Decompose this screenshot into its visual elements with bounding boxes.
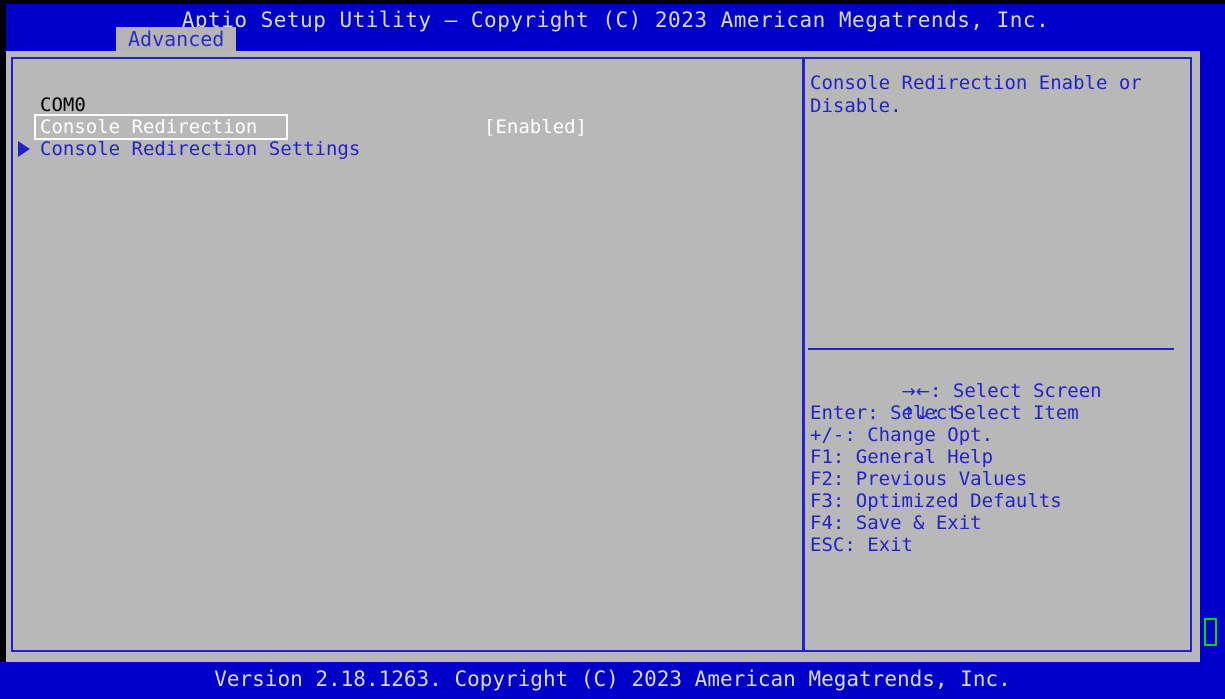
footer-bar: Version 2.18.1263. Copyright (C) 2023 Am… bbox=[0, 662, 1225, 699]
setting-value[interactable]: [Enabled] bbox=[484, 116, 587, 138]
version-text: Version 2.18.1263. Copyright (C) 2023 Am… bbox=[214, 667, 1011, 691]
key-legend-list: →←: Select Screen ↑↓: Select Item Enter:… bbox=[810, 358, 1186, 556]
key-legend-item: F1: General Help bbox=[810, 446, 994, 468]
scroll-indicator[interactable] bbox=[1204, 618, 1217, 646]
pane-divider bbox=[802, 57, 805, 652]
menu-tab-bar: Advanced bbox=[116, 27, 237, 51]
setting-label: Console Redirection bbox=[40, 116, 258, 138]
setting-row-console-redirection-settings[interactable]: Console Redirection Settings bbox=[14, 138, 800, 160]
key-legend-item: F2: Previous Values bbox=[810, 468, 1028, 490]
key-legend-text: : Select Screen bbox=[930, 380, 1102, 402]
bios-setup-screen: Aptio Setup Utility – Copyright (C) 2023… bbox=[0, 0, 1225, 699]
key-legend-item: +/-: Change Opt. bbox=[810, 424, 994, 446]
settings-list: COM0 Console Redirection [Enabled] Conso… bbox=[14, 60, 800, 649]
submenu-label: Console Redirection Settings bbox=[40, 138, 361, 160]
key-legend-item: F4: Save & Exit bbox=[810, 512, 982, 534]
help-description: Console Redirection Enable or Disable. bbox=[810, 72, 1154, 117]
help-pane: Console Redirection Enable or Disable. →… bbox=[806, 60, 1190, 649]
key-legend-item: F3: Optimized Defaults bbox=[810, 490, 1062, 512]
group-label-com0: COM0 bbox=[40, 94, 86, 116]
arrow-left-right-icon: →← bbox=[901, 382, 931, 402]
right-blue-margin bbox=[1200, 51, 1225, 662]
key-legend-item: ESC: Exit bbox=[810, 534, 913, 556]
triangle-right-icon bbox=[18, 141, 30, 157]
help-separator bbox=[808, 348, 1174, 350]
setting-row-console-redirection[interactable]: Console Redirection [Enabled] bbox=[14, 114, 800, 140]
tab-advanced[interactable]: Advanced bbox=[116, 27, 237, 51]
key-legend-item: →←: Select Screen bbox=[810, 358, 1186, 402]
